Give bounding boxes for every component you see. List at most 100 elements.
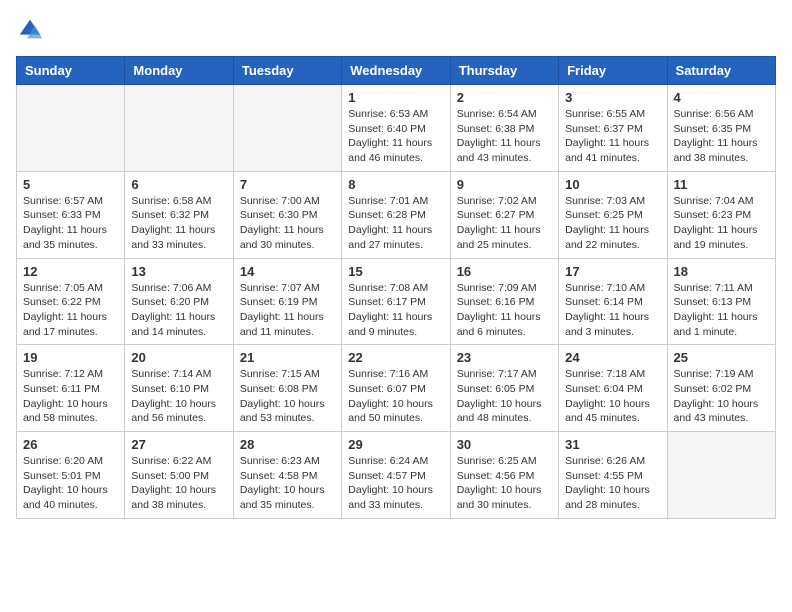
calendar-cell: 9 Sunrise: 7:02 AM Sunset: 6:27 PM Daylig… [450, 171, 558, 258]
day-number: 26 [23, 437, 118, 452]
calendar-cell: 18 Sunrise: 7:11 AM Sunset: 6:13 PM Dayli… [667, 258, 775, 345]
day-number: 27 [131, 437, 226, 452]
day-number: 19 [23, 350, 118, 365]
calendar-cell: 12 Sunrise: 7:05 AM Sunset: 6:22 PM Dayli… [17, 258, 125, 345]
calendar-cell: 29 Sunrise: 6:24 AM Sunset: 4:57 PM Dayli… [342, 432, 450, 519]
calendar-cell: 8 Sunrise: 7:01 AM Sunset: 6:28 PM Daylig… [342, 171, 450, 258]
calendar-cell: 11 Sunrise: 7:04 AM Sunset: 6:23 PM Dayli… [667, 171, 775, 258]
calendar-week-row: 1Sunrise: 6:53 AM Sunset: 6:40 PM Daylig… [17, 85, 776, 172]
calendar-cell: 22Sunrise: 7:16 AM Sunset: 6:07 PM Dayli… [342, 345, 450, 432]
logo-icon [16, 16, 44, 44]
calendar-cell: 1Sunrise: 6:53 AM Sunset: 6:40 PM Daylig… [342, 85, 450, 172]
day-info: Sunrise: 7:14 AM Sunset: 6:10 PM Dayligh… [131, 367, 226, 426]
calendar-cell [17, 85, 125, 172]
calendar-cell [667, 432, 775, 519]
day-info: Sunrise: 7:17 AM Sunset: 6:05 PM Dayligh… [457, 367, 552, 426]
calendar-week-row: 19 Sunrise: 7:12 AM Sunset: 6:11 PM Dayli… [17, 345, 776, 432]
day-info: Sunrise: 6:25 AM Sunset: 4:56 PM Dayligh… [457, 454, 552, 513]
calendar-week-row: 26Sunrise: 6:20 AM Sunset: 5:01 PM Dayli… [17, 432, 776, 519]
calendar-cell [233, 85, 341, 172]
day-info: Sunrise: 6:22 AM Sunset: 5:00 PM Dayligh… [131, 454, 226, 513]
day-number: 21 [240, 350, 335, 365]
day-info: Sunrise: 7:04 AM Sunset: 6:23 PM Dayligh… [674, 194, 769, 253]
logo [16, 16, 48, 44]
day-number: 15 [348, 264, 443, 279]
day-number: 6 [131, 177, 226, 192]
day-info: Sunrise: 6:26 AM Sunset: 4:55 PM Dayligh… [565, 454, 660, 513]
day-number: 29 [348, 437, 443, 452]
day-info: Sunrise: 6:57 AM Sunset: 6:33 PM Dayligh… [23, 194, 118, 253]
calendar-cell: 24Sunrise: 7:18 AM Sunset: 6:04 PM Dayli… [559, 345, 667, 432]
weekday-header: Tuesday [233, 57, 341, 85]
calendar-cell: 14Sunrise: 7:07 AM Sunset: 6:19 PM Dayli… [233, 258, 341, 345]
day-number: 18 [674, 264, 769, 279]
calendar-cell: 7Sunrise: 7:00 AM Sunset: 6:30 PM Daylig… [233, 171, 341, 258]
calendar-cell: 25 Sunrise: 7:19 AM Sunset: 6:02 PM Dayli… [667, 345, 775, 432]
calendar-cell: 2Sunrise: 6:54 AM Sunset: 6:38 PM Daylig… [450, 85, 558, 172]
weekday-header: Friday [559, 57, 667, 85]
calendar-cell: 17 Sunrise: 7:10 AM Sunset: 6:14 PM Dayli… [559, 258, 667, 345]
calendar-cell: 23Sunrise: 7:17 AM Sunset: 6:05 PM Dayli… [450, 345, 558, 432]
day-info: Sunrise: 7:19 AM Sunset: 6:02 PM Dayligh… [674, 367, 769, 426]
day-number: 7 [240, 177, 335, 192]
weekday-header: Monday [125, 57, 233, 85]
day-number: 4 [674, 90, 769, 105]
calendar-cell: 31 Sunrise: 6:26 AM Sunset: 4:55 PM Dayli… [559, 432, 667, 519]
calendar-cell: 30 Sunrise: 6:25 AM Sunset: 4:56 PM Dayli… [450, 432, 558, 519]
day-info: Sunrise: 6:24 AM Sunset: 4:57 PM Dayligh… [348, 454, 443, 513]
day-info: Sunrise: 7:03 AM Sunset: 6:25 PM Dayligh… [565, 194, 660, 253]
day-number: 25 [674, 350, 769, 365]
day-info: Sunrise: 7:06 AM Sunset: 6:20 PM Dayligh… [131, 281, 226, 340]
day-number: 9 [457, 177, 552, 192]
day-info: Sunrise: 7:01 AM Sunset: 6:28 PM Dayligh… [348, 194, 443, 253]
day-number: 17 [565, 264, 660, 279]
day-info: Sunrise: 6:53 AM Sunset: 6:40 PM Dayligh… [348, 107, 443, 166]
calendar-cell: 26Sunrise: 6:20 AM Sunset: 5:01 PM Dayli… [17, 432, 125, 519]
day-number: 14 [240, 264, 335, 279]
calendar-cell: 15 Sunrise: 7:08 AM Sunset: 6:17 PM Dayli… [342, 258, 450, 345]
calendar-cell: 13 Sunrise: 7:06 AM Sunset: 6:20 PM Dayli… [125, 258, 233, 345]
day-number: 10 [565, 177, 660, 192]
calendar-cell: 21Sunrise: 7:15 AM Sunset: 6:08 PM Dayli… [233, 345, 341, 432]
day-info: Sunrise: 6:54 AM Sunset: 6:38 PM Dayligh… [457, 107, 552, 166]
weekday-header: Saturday [667, 57, 775, 85]
day-number: 22 [348, 350, 443, 365]
day-info: Sunrise: 7:08 AM Sunset: 6:17 PM Dayligh… [348, 281, 443, 340]
day-number: 20 [131, 350, 226, 365]
weekday-header: Wednesday [342, 57, 450, 85]
calendar-cell: 16 Sunrise: 7:09 AM Sunset: 6:16 PM Dayli… [450, 258, 558, 345]
calendar-cell: 3Sunrise: 6:55 AM Sunset: 6:37 PM Daylig… [559, 85, 667, 172]
day-number: 11 [674, 177, 769, 192]
day-info: Sunrise: 7:12 AM Sunset: 6:11 PM Dayligh… [23, 367, 118, 426]
calendar-cell: 27 Sunrise: 6:22 AM Sunset: 5:00 PM Dayli… [125, 432, 233, 519]
day-info: Sunrise: 6:56 AM Sunset: 6:35 PM Dayligh… [674, 107, 769, 166]
day-info: Sunrise: 7:05 AM Sunset: 6:22 PM Dayligh… [23, 281, 118, 340]
calendar-cell [125, 85, 233, 172]
calendar-cell: 28 Sunrise: 6:23 AM Sunset: 4:58 PM Dayli… [233, 432, 341, 519]
calendar-cell: 4 Sunrise: 6:56 AM Sunset: 6:35 PM Daylig… [667, 85, 775, 172]
calendar-week-row: 12 Sunrise: 7:05 AM Sunset: 6:22 PM Dayli… [17, 258, 776, 345]
calendar-cell: 5 Sunrise: 6:57 AM Sunset: 6:33 PM Daylig… [17, 171, 125, 258]
day-number: 13 [131, 264, 226, 279]
calendar-cell: 20 Sunrise: 7:14 AM Sunset: 6:10 PM Dayli… [125, 345, 233, 432]
day-info: Sunrise: 7:11 AM Sunset: 6:13 PM Dayligh… [674, 281, 769, 340]
day-number: 16 [457, 264, 552, 279]
day-info: Sunrise: 7:02 AM Sunset: 6:27 PM Dayligh… [457, 194, 552, 253]
calendar-cell: 6 Sunrise: 6:58 AM Sunset: 6:32 PM Daylig… [125, 171, 233, 258]
day-number: 28 [240, 437, 335, 452]
day-info: Sunrise: 6:23 AM Sunset: 4:58 PM Dayligh… [240, 454, 335, 513]
day-info: Sunrise: 6:55 AM Sunset: 6:37 PM Dayligh… [565, 107, 660, 166]
page-header [16, 16, 776, 44]
weekday-header: Sunday [17, 57, 125, 85]
day-info: Sunrise: 7:18 AM Sunset: 6:04 PM Dayligh… [565, 367, 660, 426]
weekday-header-row: SundayMondayTuesdayWednesdayThursdayFrid… [17, 57, 776, 85]
day-info: Sunrise: 6:58 AM Sunset: 6:32 PM Dayligh… [131, 194, 226, 253]
day-info: Sunrise: 7:10 AM Sunset: 6:14 PM Dayligh… [565, 281, 660, 340]
day-number: 5 [23, 177, 118, 192]
day-number: 30 [457, 437, 552, 452]
calendar-table: SundayMondayTuesdayWednesdayThursdayFrid… [16, 56, 776, 519]
day-info: Sunrise: 7:09 AM Sunset: 6:16 PM Dayligh… [457, 281, 552, 340]
day-number: 8 [348, 177, 443, 192]
day-number: 12 [23, 264, 118, 279]
day-number: 31 [565, 437, 660, 452]
